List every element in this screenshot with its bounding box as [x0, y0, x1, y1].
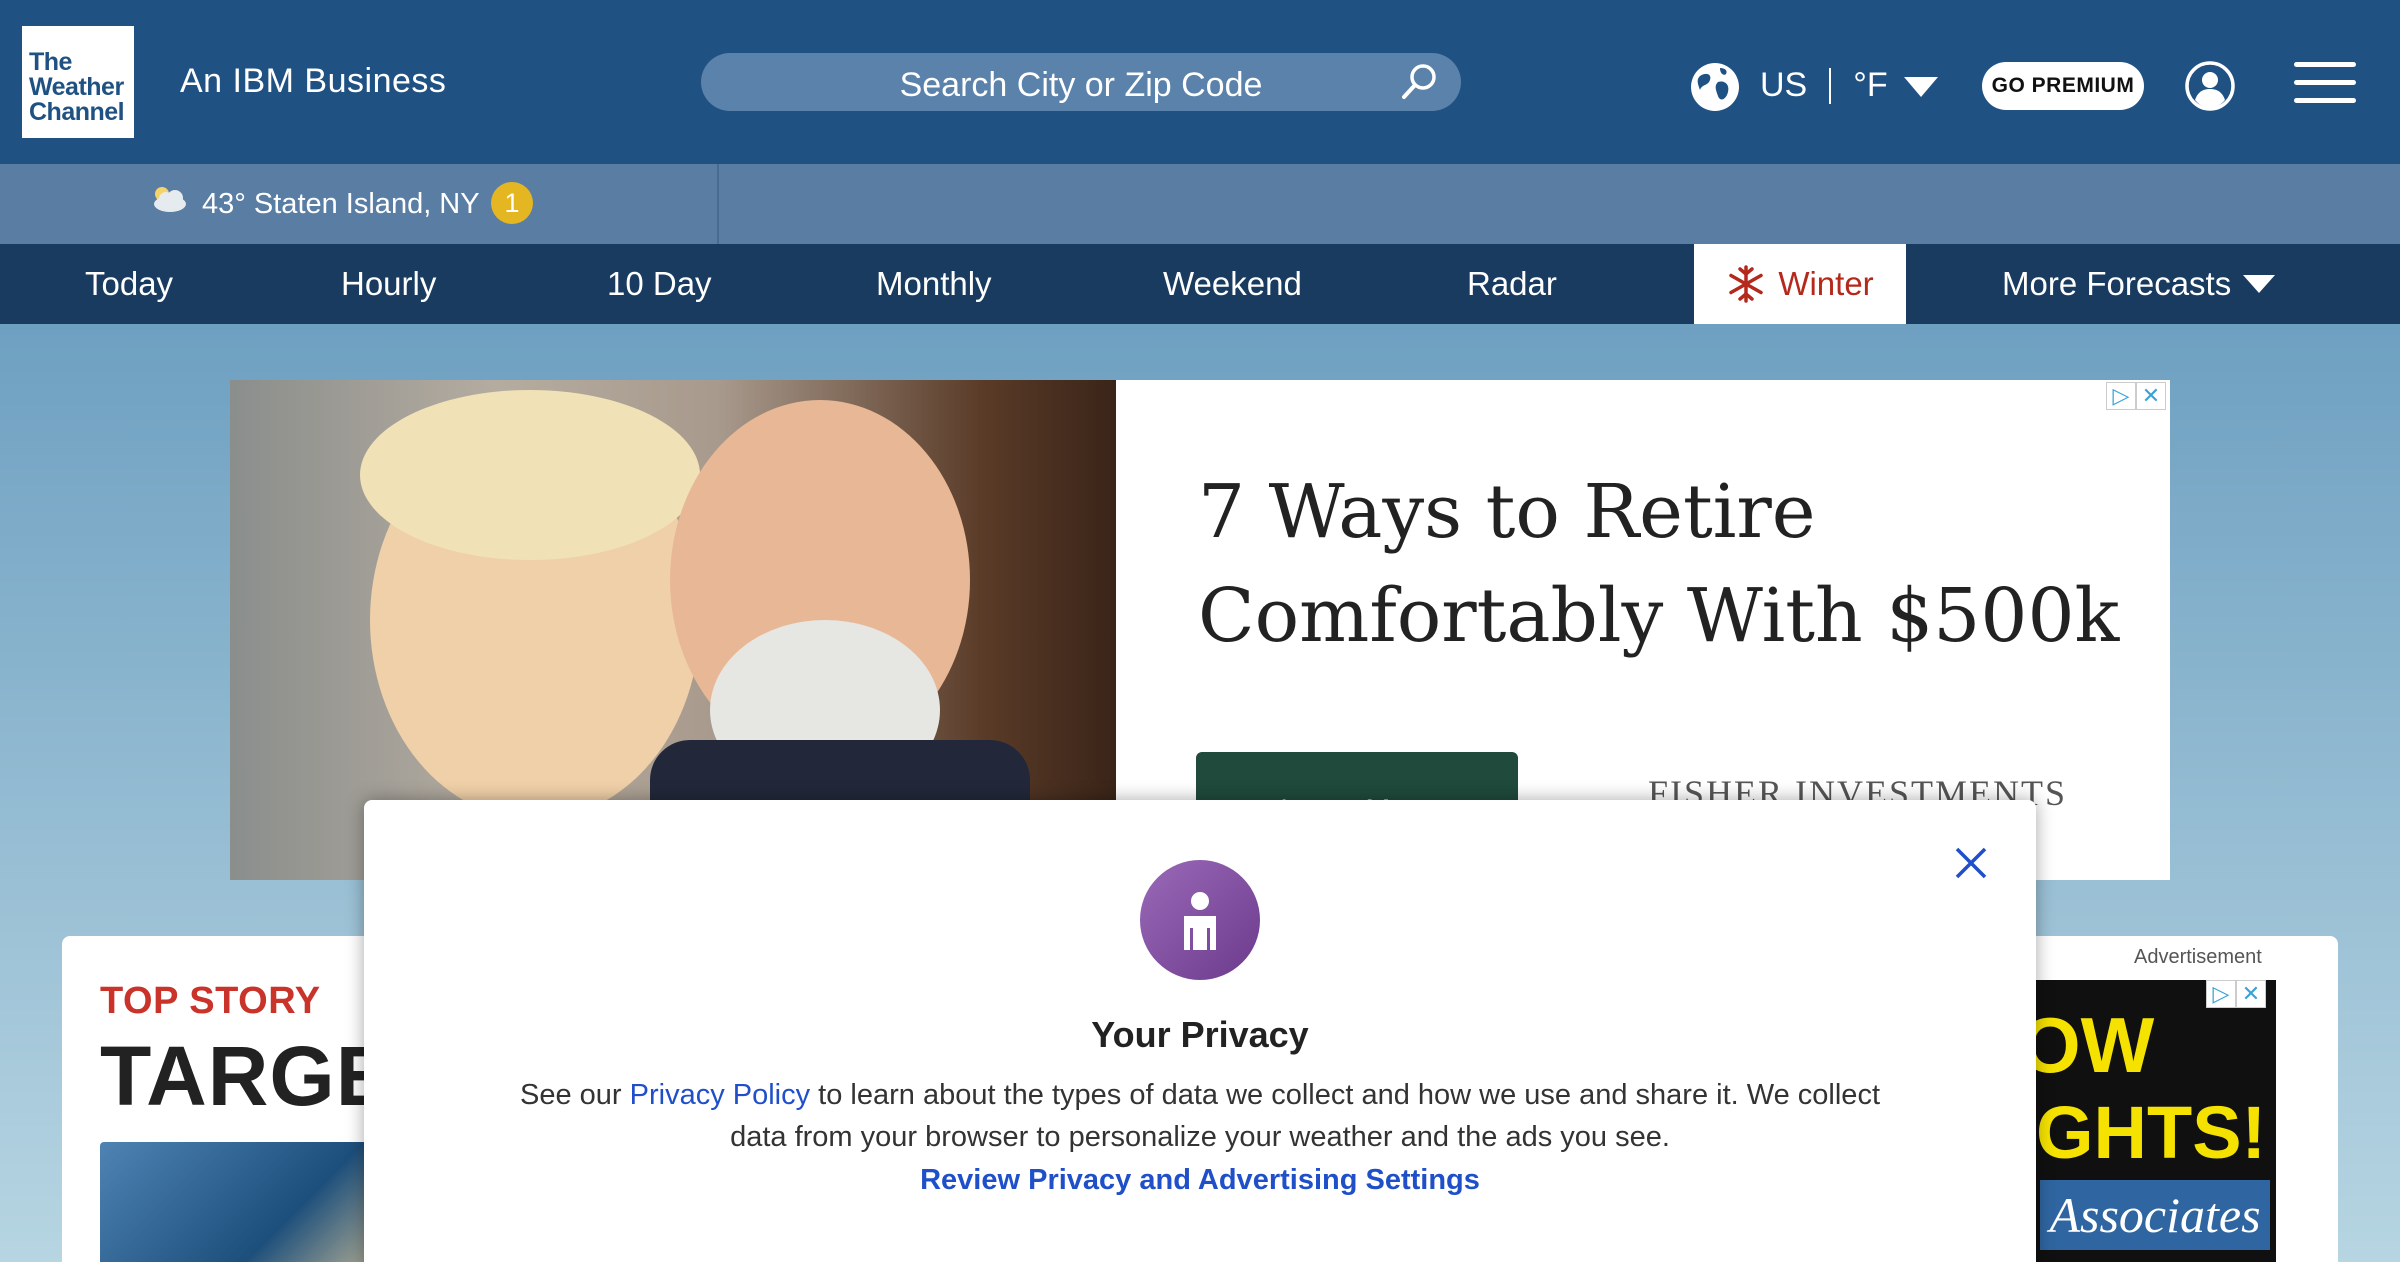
tab-today[interactable]: Today — [85, 244, 173, 324]
ad-title: 7 Ways to Retire Comfortably With $500k — [1198, 469, 2120, 659]
current-location-temp[interactable]: 43° Staten Island, NY — [202, 188, 480, 221]
menu-icon[interactable] — [2294, 62, 2356, 104]
tab-winter-label: Winter — [1778, 265, 1874, 302]
privacy-settings-link[interactable]: Review Privacy and Advertising Settings — [0, 1164, 2400, 1197]
ad-photo-hair-left — [360, 390, 700, 560]
tab-radar[interactable]: Radar — [1467, 244, 1557, 324]
close-ad-icon[interactable]: ✕ — [2236, 980, 2266, 1008]
locale-unit: °F — [1853, 66, 1888, 104]
adchoices-icon[interactable]: ▷ — [2106, 382, 2136, 410]
forecast-nav: Today Hourly 10 Day Monthly Weekend Rada… — [0, 244, 2400, 324]
side-ad-line2: GHTS! — [2036, 1091, 2267, 1174]
tab-more-forecasts[interactable]: More Forecasts — [2002, 244, 2276, 324]
search-icon[interactable] — [1399, 62, 1439, 102]
advertisement-label: Advertisement — [2134, 946, 2262, 968]
locale-country: US — [1760, 66, 1808, 104]
locale-divider — [1829, 67, 1832, 104]
weather-channel-logo[interactable]: The Weather Channel — [22, 26, 134, 138]
ibm-tagline: An IBM Business — [180, 62, 447, 100]
search-placeholder: Search City or Zip Code — [899, 66, 1263, 104]
privacy-title: Your Privacy — [1091, 1014, 1309, 1055]
globe-icon[interactable] — [1690, 62, 1740, 112]
chevron-down-icon[interactable] — [1904, 77, 1938, 97]
tab-weekend[interactable]: Weekend — [1163, 244, 1302, 324]
alert-count-badge[interactable]: 1 — [491, 182, 533, 224]
chevron-down-icon — [2243, 275, 2276, 293]
partly-cloudy-icon — [154, 187, 186, 212]
close-icon[interactable] — [1954, 846, 1988, 880]
tab-hourly[interactable]: Hourly — [341, 244, 436, 324]
tab-more-forecasts-label: More Forecasts — [2002, 265, 2232, 302]
privacy-body: See our Privacy Policy to learn about th… — [500, 1074, 1900, 1158]
tab-winter[interactable]: Winter — [1694, 244, 1906, 324]
privacy-policy-link[interactable]: Privacy Policy — [630, 1079, 811, 1111]
snowflake-icon — [1729, 265, 1764, 303]
location-bar-divider — [717, 164, 719, 244]
adchoices-icon[interactable]: ▷ — [2206, 980, 2236, 1008]
account-icon[interactable] — [2184, 60, 2236, 112]
privacy-body-prefix: See our — [519, 1079, 630, 1111]
search-input[interactable]: Search City or Zip Code — [701, 53, 1461, 111]
go-premium-button[interactable]: GO PREMIUM — [1982, 62, 2144, 110]
site-header: The Weather Channel An IBM Business Sear… — [0, 0, 2400, 164]
top-story-image[interactable] — [100, 1142, 400, 1262]
locale-selector[interactable]: US °F — [1760, 66, 1888, 105]
tab-10-day[interactable]: 10 Day — [607, 244, 712, 324]
close-ad-icon[interactable]: ✕ — [2136, 382, 2166, 410]
privacy-body-suffix: to learn about the types of data we coll… — [730, 1079, 1880, 1153]
tab-monthly[interactable]: Monthly — [876, 244, 992, 324]
privacy-person-icon — [1140, 860, 1260, 980]
